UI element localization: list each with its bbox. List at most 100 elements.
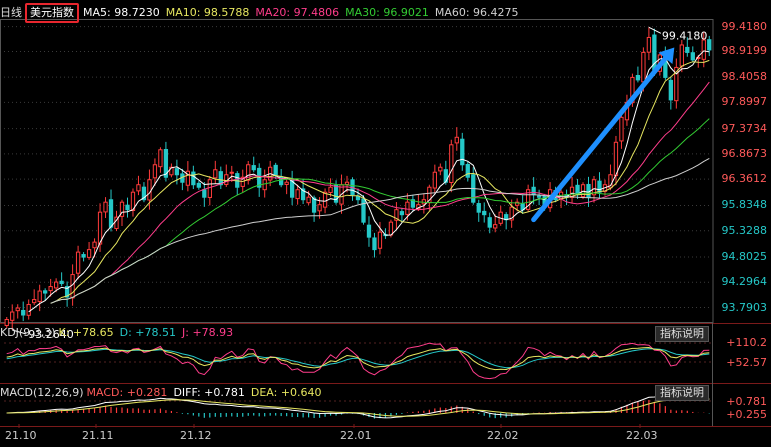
ma30-legend: MA30: 96.9021 <box>345 6 429 19</box>
macd-level-high: +0.781 <box>726 395 767 408</box>
candle-body <box>125 204 130 211</box>
macd-help-button[interactable]: 指标说明 <box>655 385 709 401</box>
candle-body <box>136 184 141 192</box>
candle-body <box>158 149 163 168</box>
candle-body <box>70 274 75 299</box>
candle-body <box>460 138 465 166</box>
candle-body <box>97 211 103 245</box>
y-tick-label: 95.8348 <box>721 198 768 212</box>
y-tick-label: 96.8673 <box>721 146 768 160</box>
y-tick-label: 99.4180 <box>721 19 768 33</box>
candle-body <box>635 74 641 81</box>
candle-body <box>53 281 59 289</box>
ma10-legend: MA10: 98.5788 <box>165 6 250 19</box>
candle-body <box>213 169 218 179</box>
candle-body <box>465 163 470 178</box>
kdj-j-line <box>6 342 710 380</box>
candle-body <box>536 195 542 198</box>
candle-body <box>707 39 712 51</box>
kdj-level-mid: +52.57 <box>726 356 767 369</box>
ma5-legend: MA5: 98.7230 <box>83 6 160 19</box>
symbol-title[interactable]: 美元指数 <box>25 3 79 23</box>
candle-body <box>366 224 372 238</box>
candle-body <box>597 180 602 193</box>
candle-body <box>48 286 53 292</box>
y-tick-label: 95.3288 <box>721 223 768 237</box>
candle-body <box>580 184 586 198</box>
candle-body <box>295 189 300 200</box>
candle-body <box>701 39 706 60</box>
candle-body <box>531 186 536 196</box>
macd-title: MACD(12,26,9) <box>0 386 84 399</box>
candle-body <box>361 198 366 223</box>
candle-body <box>690 52 695 61</box>
candle-body <box>641 51 646 83</box>
candle-body <box>26 304 31 316</box>
candle-body <box>174 168 180 176</box>
candle-body <box>377 231 383 249</box>
ma20-legend: MA20: 97.4806 <box>255 6 340 19</box>
macd-dea: DEA: +0.640 <box>250 386 322 399</box>
macd-value: MACD: +0.281 <box>86 386 168 399</box>
ma60-legend: MA60: 96.4275 <box>434 6 519 19</box>
y-tick-label: 98.4058 <box>721 70 768 84</box>
y-tick-label: 94.8025 <box>721 249 768 263</box>
y-tick-label: 93.7903 <box>721 300 768 314</box>
period-label: 日线 <box>0 6 22 19</box>
candle-body <box>262 179 267 191</box>
candle-body <box>619 116 624 142</box>
ma30-line <box>50 118 710 304</box>
candle-body <box>191 171 196 186</box>
candle-body <box>454 136 459 144</box>
kdj-title: KDJ(9,3,3) <box>0 326 56 339</box>
kdj-help-button[interactable]: 指标说明 <box>655 326 709 342</box>
candle-body <box>613 141 619 177</box>
candle-body <box>322 191 328 208</box>
ma5-line <box>28 50 710 313</box>
candle-body <box>108 199 114 228</box>
candle-body <box>328 186 333 193</box>
candle-body <box>646 36 652 53</box>
candle-body <box>43 290 48 294</box>
candle-body <box>92 241 97 249</box>
candle-body <box>493 224 498 229</box>
x-tick-label: 21.12 <box>180 429 212 442</box>
candle-body <box>32 299 37 304</box>
candle-body <box>487 217 492 228</box>
y-tick-label: 96.3612 <box>721 172 768 186</box>
candle-body <box>388 221 394 236</box>
candle-body <box>399 211 405 216</box>
candle-body <box>202 189 207 198</box>
kdj-d: D: +78.51 <box>119 326 177 339</box>
macd-legend: MACD(12,26,9) MACD: +0.281 DIFF: +0.781 DEA… <box>0 385 328 401</box>
candle-body <box>679 44 684 67</box>
x-tick-label: 22.01 <box>340 429 372 442</box>
candle-body <box>284 181 289 185</box>
candle-body <box>21 309 26 316</box>
high-marker <box>648 26 662 34</box>
candle-body <box>251 165 256 171</box>
candle-body <box>196 182 201 188</box>
macd-diff: DIFF: +0.781 <box>173 386 245 399</box>
candle-body <box>75 251 81 274</box>
candle-body <box>86 249 92 258</box>
candle-body <box>59 280 64 285</box>
candle-body <box>306 196 311 204</box>
high-annotation: 99.4180 <box>662 29 708 42</box>
candle-body <box>311 197 317 213</box>
candle-body <box>372 237 377 251</box>
x-tick-label: 21.10 <box>5 429 37 442</box>
dollar-index-chart: 93.264099.4180 <box>0 19 771 428</box>
candle-body <box>668 79 673 101</box>
y-tick-label: 94.2964 <box>721 275 768 289</box>
candle-body <box>476 203 481 213</box>
main-legend: 日线 美元指数 MA5: 98.7230 MA10: 98.5788 MA20: 97.… <box>0 3 525 23</box>
candle-body <box>432 171 437 189</box>
kdj-level-high: +110.2 <box>726 336 767 349</box>
kdj-k: K: +78.65 <box>58 326 114 339</box>
macd-level-low: +0.255 <box>726 408 767 421</box>
x-tick-label: 21.11 <box>82 429 114 442</box>
candle-body <box>273 164 278 176</box>
candle-body <box>586 183 591 198</box>
candle-body <box>449 144 454 184</box>
